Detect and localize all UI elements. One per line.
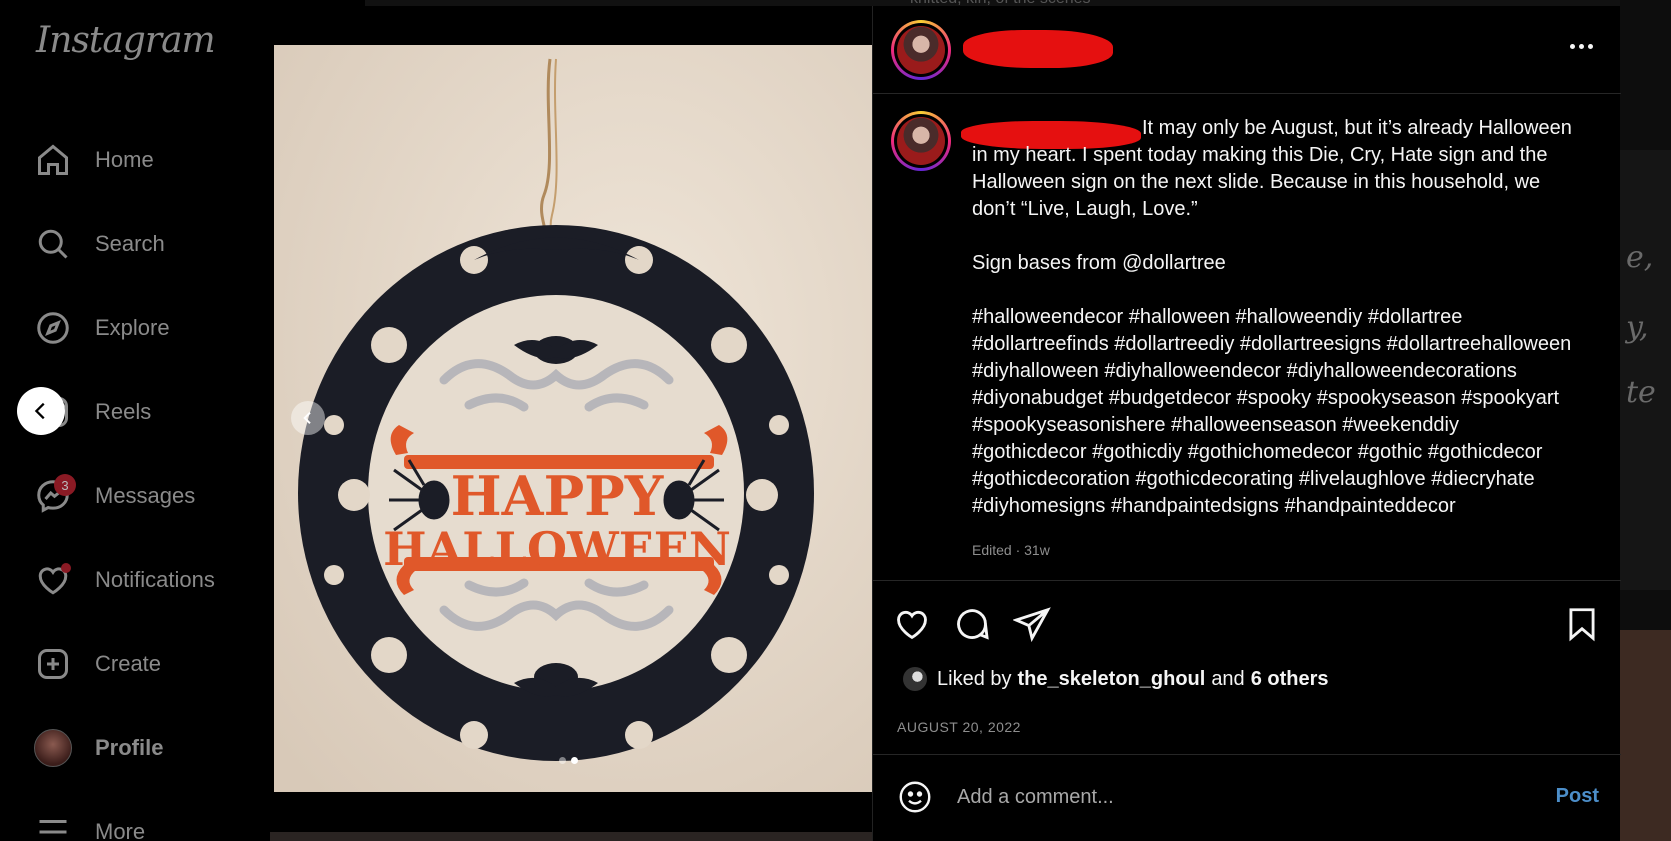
feed-right-text: y, <box>1626 310 1649 345</box>
post-caption: It may only be August, but it’s already … <box>873 95 1621 580</box>
sidebar-item-label: Create <box>95 651 162 676</box>
messages-badge: 3 <box>54 474 76 496</box>
compass-icon <box>33 308 73 348</box>
sidebar-item-profile[interactable]: Profile <box>33 726 163 770</box>
instagram-logo[interactable]: Instagram <box>36 20 216 61</box>
sidebar-item-label: Search <box>95 231 165 256</box>
author-avatar[interactable] <box>891 111 951 171</box>
carousel-dot <box>559 757 566 764</box>
caption-paragraph: Sign bases from @dollartree <box>972 252 1226 274</box>
post-image: HAPPY HALLOWEEN <box>274 45 872 792</box>
sidebar-item-messages[interactable]: 3 Messages <box>33 474 195 518</box>
sidebar-item-more[interactable]: More <box>33 810 145 841</box>
image-previous-button[interactable] <box>291 401 325 435</box>
chevron-left-icon <box>34 402 45 420</box>
carousel-dot-active <box>571 757 578 764</box>
post-date: AUGUST 20, 2022 <box>897 719 1021 735</box>
messenger-icon: 3 <box>33 474 76 516</box>
like-heart-icon[interactable] <box>893 605 931 643</box>
sidebar-item-label: More <box>95 819 146 841</box>
sidebar-item-notifications[interactable]: Notifications <box>33 558 215 602</box>
halloween-sign-photo: HAPPY HALLOWEEN <box>274 45 872 792</box>
caption-text: It may only be August, but it’s already … <box>972 115 1572 564</box>
liked-by-others[interactable]: 6 others <box>1251 668 1329 691</box>
previous-post-button[interactable] <box>17 387 65 435</box>
plus-square-icon <box>33 644 73 684</box>
caption-hashtags[interactable]: #halloweendecor #halloween #halloweendiy… <box>972 304 1572 520</box>
post-header <box>873 6 1621 94</box>
comment-bar: Post <box>873 754 1621 841</box>
sign-line-2: HALLOWEEN <box>383 522 731 576</box>
sidebar-item-home[interactable]: Home <box>33 138 154 182</box>
liked-by-prefix: Liked by <box>937 667 1012 690</box>
search-icon <box>33 224 73 264</box>
feed-right-photo <box>1620 630 1671 841</box>
post-actions: Liked by the_skeleton_ghoul and 6 others… <box>873 580 1621 760</box>
carousel-indicator <box>559 757 578 764</box>
feed-right-thumbnail: e, y, te <box>1620 150 1671 590</box>
sidebar-item-label: Explore <box>95 315 170 340</box>
liked-by-user[interactable]: the_skeleton_ghoul <box>1018 668 1206 691</box>
sidebar-item-explore[interactable]: Explore <box>33 306 170 350</box>
sidebar-item-label: Messages <box>95 483 196 508</box>
sign-line-1: HAPPY <box>451 464 665 528</box>
menu-icon <box>33 812 73 841</box>
feed-right-text: te <box>1626 375 1656 410</box>
liked-by: Liked by the_skeleton_ghoul and 6 others <box>903 667 1335 691</box>
emoji-smiley-icon[interactable] <box>897 779 933 815</box>
liker-avatar[interactable] <box>903 667 927 691</box>
comment-input[interactable] <box>957 779 1477 815</box>
caption-paragraph: It may only be August, but it’s already … <box>972 117 1572 220</box>
post-comment-button[interactable]: Post <box>1556 785 1599 808</box>
sidebar-item-search[interactable]: Search <box>33 222 165 266</box>
sidebar-item-label: Home <box>95 147 154 172</box>
sidebar-item-label: Profile <box>95 735 164 760</box>
profile-avatar <box>33 728 73 768</box>
liked-by-and: and <box>1211 667 1245 690</box>
sidebar-item-label: Reels <box>95 399 152 424</box>
edited-timestamp: Edited · 31w <box>972 542 1050 558</box>
share-send-icon[interactable] <box>1013 605 1051 643</box>
sidebar-item-label: Notifications <box>95 567 215 592</box>
author-avatar[interactable] <box>891 20 951 80</box>
home-icon <box>33 140 73 180</box>
post-detail-panel: It may only be August, but it’s already … <box>872 6 1621 841</box>
redacted-username <box>963 30 1113 68</box>
notification-dot <box>61 563 71 573</box>
chevron-left-icon <box>303 411 311 425</box>
sidebar-item-create[interactable]: Create <box>33 642 161 686</box>
save-bookmark-icon[interactable] <box>1563 605 1601 643</box>
comment-icon[interactable] <box>953 605 991 643</box>
heart-icon <box>33 560 73 600</box>
feed-right-text: e, <box>1626 240 1654 275</box>
more-options-icon[interactable] <box>1570 44 1593 49</box>
